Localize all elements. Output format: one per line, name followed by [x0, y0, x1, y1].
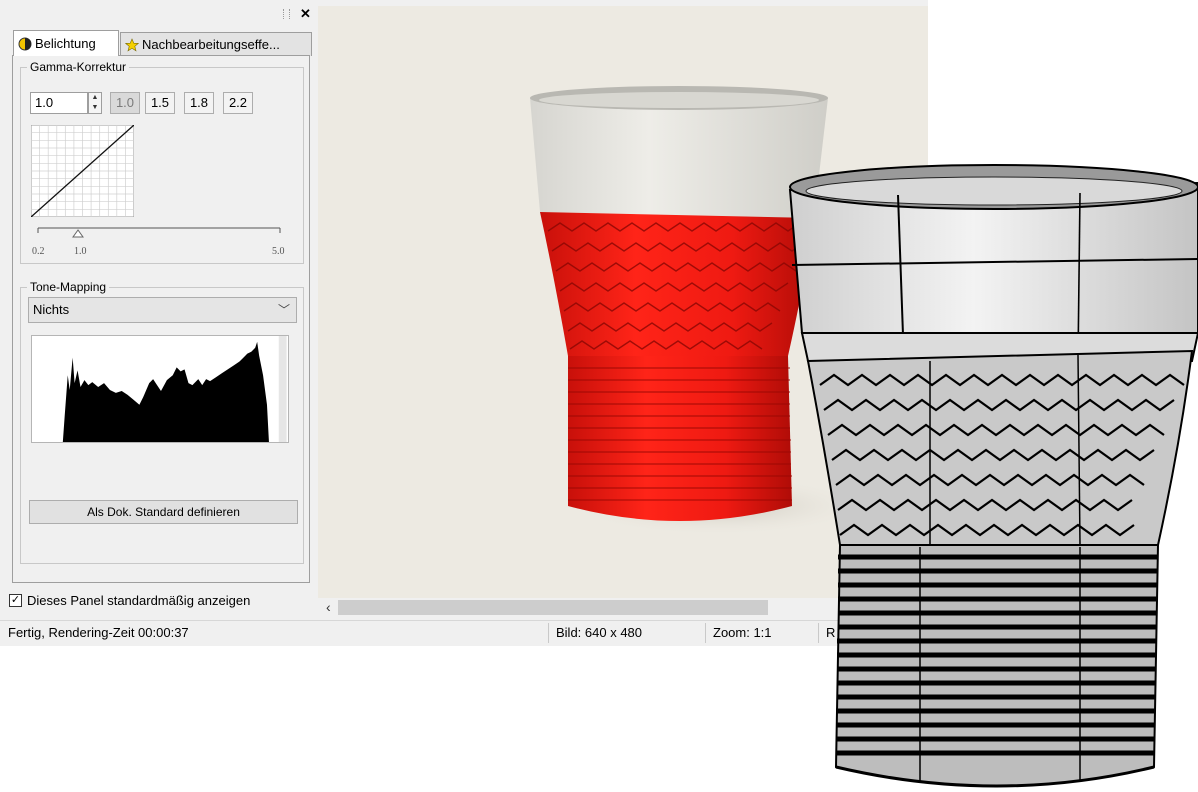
gamma-legend: Gamma-Korrektur: [30, 60, 127, 74]
status-zoom: Zoom: 1:1: [713, 625, 772, 640]
panel-titlebar: ✕: [0, 0, 318, 28]
status-divider: [705, 623, 706, 643]
slider-thumb[interactable]: [72, 229, 84, 238]
slider-min-label: 0.2: [32, 246, 45, 257]
tone-mapping-value: Nichts: [33, 302, 70, 317]
wireframe-cup-image: [788, 164, 1198, 788]
gamma-preset-1-5-button[interactable]: 1.5: [145, 92, 175, 114]
gamma-preset-1-0-button[interactable]: 1.0: [110, 92, 140, 114]
panel-grip[interactable]: [283, 9, 286, 19]
status-divider: [548, 623, 549, 643]
spin-down-icon[interactable]: ▼: [89, 103, 101, 113]
tab-label: Belichtung: [35, 36, 96, 51]
chevron-down-icon: ﹀: [277, 303, 290, 317]
gamma-curve-graph: [31, 125, 134, 217]
close-icon[interactable]: ✕: [300, 7, 311, 20]
tab-label: Nachbearbeitungseffe...: [142, 37, 280, 52]
star-icon: [125, 37, 139, 51]
tone-mapping-legend: Tone-Mapping: [30, 280, 107, 294]
spin-up-icon[interactable]: ▲: [89, 93, 101, 103]
panel-grip[interactable]: [289, 9, 292, 19]
exposure-panel: ✕ Belichtung Nachbearbeitungseffe... Gam…: [0, 0, 318, 620]
gamma-preset-2-2-button[interactable]: 2.2: [223, 92, 253, 114]
gamma-spinner[interactable]: ▲ ▼: [88, 92, 102, 114]
slider-current-label: 1.0: [74, 246, 87, 257]
tone-mapping-select[interactable]: Nichts ﹀: [28, 297, 297, 323]
gamma-value-input[interactable]: 1.0: [30, 92, 88, 114]
tab-belichtung[interactable]: Belichtung: [13, 30, 119, 56]
gamma-slider[interactable]: 0.2 1.0 5.0: [30, 222, 292, 258]
status-image-size: Bild: 640 x 480: [556, 625, 643, 640]
gamma-preset-1-8-button[interactable]: 1.8: [184, 92, 214, 114]
set-document-default-button[interactable]: Als Dok. Standard definieren: [29, 500, 298, 524]
gamma-slider-track: [37, 227, 281, 238]
status-message: Fertig, Rendering-Zeit 00:00:37: [8, 625, 189, 640]
exposure-icon: [18, 37, 32, 50]
histogram: [31, 335, 289, 443]
tab-nachbearbeitungseffekte[interactable]: Nachbearbeitungseffe...: [120, 32, 312, 56]
show-panel-checkbox-label: Dieses Panel standardmäßig anzeigen: [27, 593, 251, 608]
scroll-left-icon[interactable]: ‹: [326, 599, 331, 615]
scrollbar-thumb[interactable]: [338, 600, 768, 615]
show-panel-checkbox[interactable]: ✓: [9, 594, 22, 607]
slider-max-label: 5.0: [272, 246, 285, 257]
